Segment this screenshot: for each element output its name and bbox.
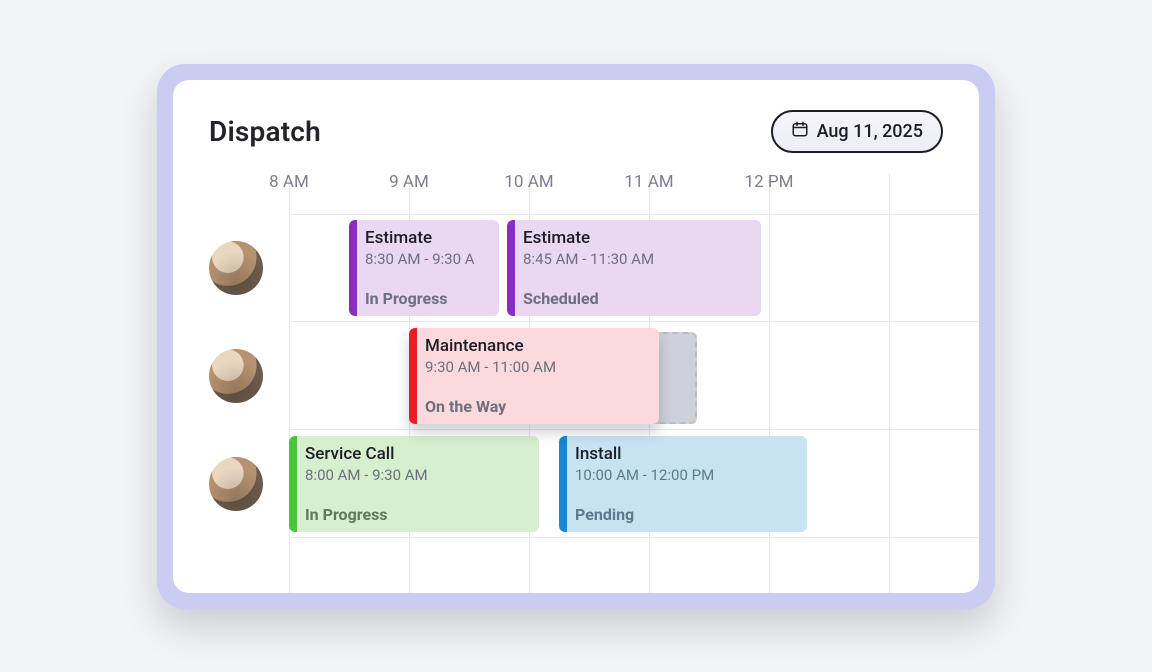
job-title: Maintenance: [425, 336, 649, 356]
job-status: On the Way: [425, 397, 649, 416]
time-label: 12 PM: [745, 172, 794, 192]
dispatch-row: Estimate 8:30 AM - 9:30 A In Progress Es…: [209, 214, 979, 322]
job-status: In Progress: [365, 289, 489, 308]
status-stripe: [507, 220, 515, 316]
job-title: Install: [575, 444, 797, 464]
job-card-service-call[interactable]: Service Call 8:00 AM - 9:30 AM In Progre…: [289, 436, 539, 532]
tech-avatar[interactable]: [209, 457, 263, 511]
tablet-frame: Dispatch Aug 11, 2025 8 AM 9 AM 10 AM 11…: [157, 64, 995, 609]
date-picker-button[interactable]: Aug 11, 2025: [771, 110, 943, 153]
status-stripe: [349, 220, 357, 316]
job-card-estimate-1[interactable]: Estimate 8:30 AM - 9:30 A In Progress: [349, 220, 499, 316]
job-status: Scheduled: [523, 289, 751, 308]
job-card-install[interactable]: Install 10:00 AM - 12:00 PM Pending: [559, 436, 807, 532]
job-time: 8:45 AM - 11:30 AM: [523, 250, 751, 268]
dispatch-row: Maintenance 9:30 AM - 11:00 AM On the Wa…: [209, 322, 979, 430]
time-label: 9 AM: [389, 172, 429, 192]
job-time: 8:30 AM - 9:30 A: [365, 250, 489, 268]
page-title: Dispatch: [209, 115, 321, 148]
time-label: 11 AM: [624, 172, 673, 192]
dispatch-row: Service Call 8:00 AM - 9:30 AM In Progre…: [209, 430, 979, 538]
tech-avatar[interactable]: [209, 241, 263, 295]
tech-avatar[interactable]: [209, 349, 263, 403]
time-label: 8 AM: [269, 172, 309, 192]
row-divider: [289, 214, 979, 215]
timeline: 8 AM 9 AM 10 AM 11 AM 12 PM Estimate 8:3…: [209, 174, 979, 593]
dispatch-panel: Dispatch Aug 11, 2025 8 AM 9 AM 10 AM 11…: [173, 80, 979, 593]
status-stripe: [409, 328, 417, 424]
job-title: Estimate: [523, 228, 751, 248]
job-status: Pending: [575, 505, 797, 524]
job-status: In Progress: [305, 505, 529, 524]
header: Dispatch Aug 11, 2025: [209, 110, 943, 153]
row-divider: [289, 537, 979, 538]
job-card-maintenance[interactable]: Maintenance 9:30 AM - 11:00 AM On the Wa…: [409, 328, 659, 424]
date-label: Aug 11, 2025: [817, 121, 923, 142]
job-title: Service Call: [305, 444, 529, 464]
dispatch-rows: Estimate 8:30 AM - 9:30 A In Progress Es…: [209, 214, 979, 593]
job-time: 8:00 AM - 9:30 AM: [305, 466, 529, 484]
status-stripe: [289, 436, 297, 532]
calendar-icon: [791, 120, 809, 143]
job-title: Estimate: [365, 228, 489, 248]
job-card-estimate-2[interactable]: Estimate 8:45 AM - 11:30 AM Scheduled: [507, 220, 761, 316]
time-label: 10 AM: [504, 172, 553, 192]
status-stripe: [559, 436, 567, 532]
job-time: 9:30 AM - 11:00 AM: [425, 358, 649, 376]
job-time: 10:00 AM - 12:00 PM: [575, 466, 797, 484]
